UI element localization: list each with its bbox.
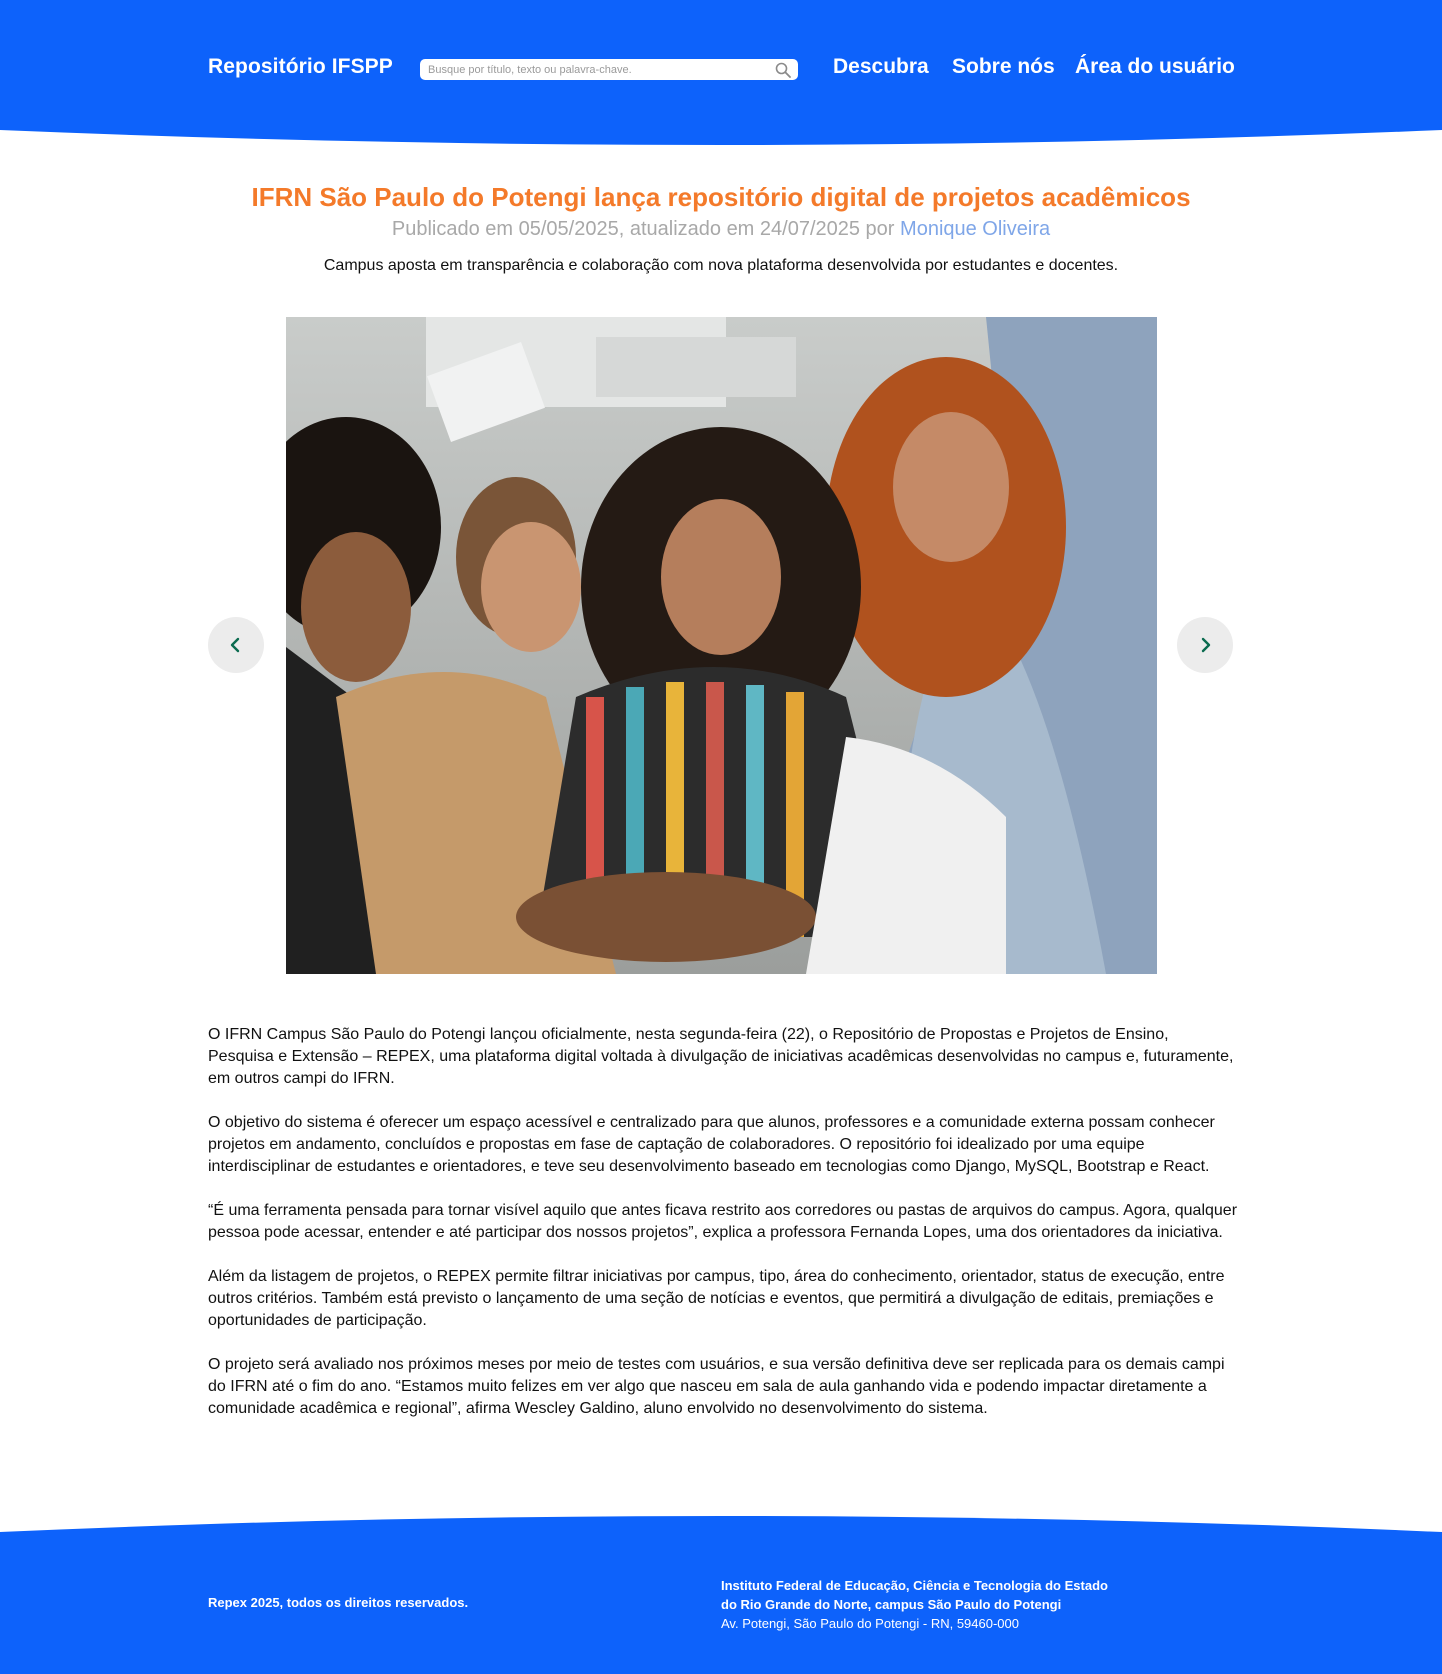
article-paragraph: Além da listagem de projetos, o REPEX pe… — [208, 1268, 1225, 1329]
chevron-right-icon — [1201, 637, 1211, 653]
institution-name-line1: Instituto Federal de Educação, Ciência e… — [721, 1578, 1108, 1593]
carousel-prev-button[interactable] — [208, 617, 264, 673]
nav-sobre-nos[interactable]: Sobre nós — [952, 55, 1055, 79]
site-footer: Repex 2025, todos os direitos reservados… — [0, 1512, 1442, 1674]
article-paragraph: “É uma ferramenta pensada para tornar vi… — [208, 1202, 1238, 1241]
author-link[interactable]: Monique Oliveira — [900, 218, 1050, 240]
article-body: O IFRN Campus São Paulo do Potengi lanço… — [208, 1024, 1238, 1442]
institution-name-line2: do Rio Grande do Norte, campus São Paulo… — [721, 1597, 1062, 1612]
article-subtitle: Campus aposta em transparência e colabor… — [323, 257, 1119, 274]
chevron-left-icon — [230, 637, 240, 653]
nav-descubra[interactable]: Descubra — [833, 55, 929, 79]
publication-dates: Publicado em 05/05/2025, atualizado em 2… — [391, 218, 895, 240]
article-meta: Publicado em 05/05/2025, atualizado em 2… — [0, 218, 1442, 241]
search-icon[interactable] — [773, 60, 793, 79]
site-logo[interactable]: Repositório IFSPP — [208, 55, 393, 79]
carousel-next-button[interactable] — [1177, 617, 1233, 673]
article-paragraph: O objetivo do sistema é oferecer um espa… — [208, 1114, 1215, 1175]
search-box — [420, 59, 798, 80]
institution-info: Instituto Federal de Educação, Ciência e… — [721, 1576, 1108, 1633]
article-paragraph: O IFRN Campus São Paulo do Potengi lanço… — [208, 1026, 1234, 1087]
article-paragraph: O projeto será avaliado nos próximos mes… — [208, 1356, 1225, 1417]
institution-address: Av. Potengi, São Paulo do Potengi - RN, … — [721, 1616, 1019, 1631]
nav-area-do-usuario[interactable]: Área do usuário — [1075, 55, 1235, 79]
site-header: Repositório IFSPP Descubra Sobre nós Áre… — [0, 0, 1442, 146]
carousel-image — [286, 317, 1157, 974]
article-title: IFRN São Paulo do Potengi lança repositó… — [251, 182, 1191, 212]
search-input[interactable] — [428, 59, 758, 80]
copyright-text: Repex 2025, todos os direitos reservados… — [208, 1595, 469, 1610]
group-photo — [286, 317, 1157, 974]
